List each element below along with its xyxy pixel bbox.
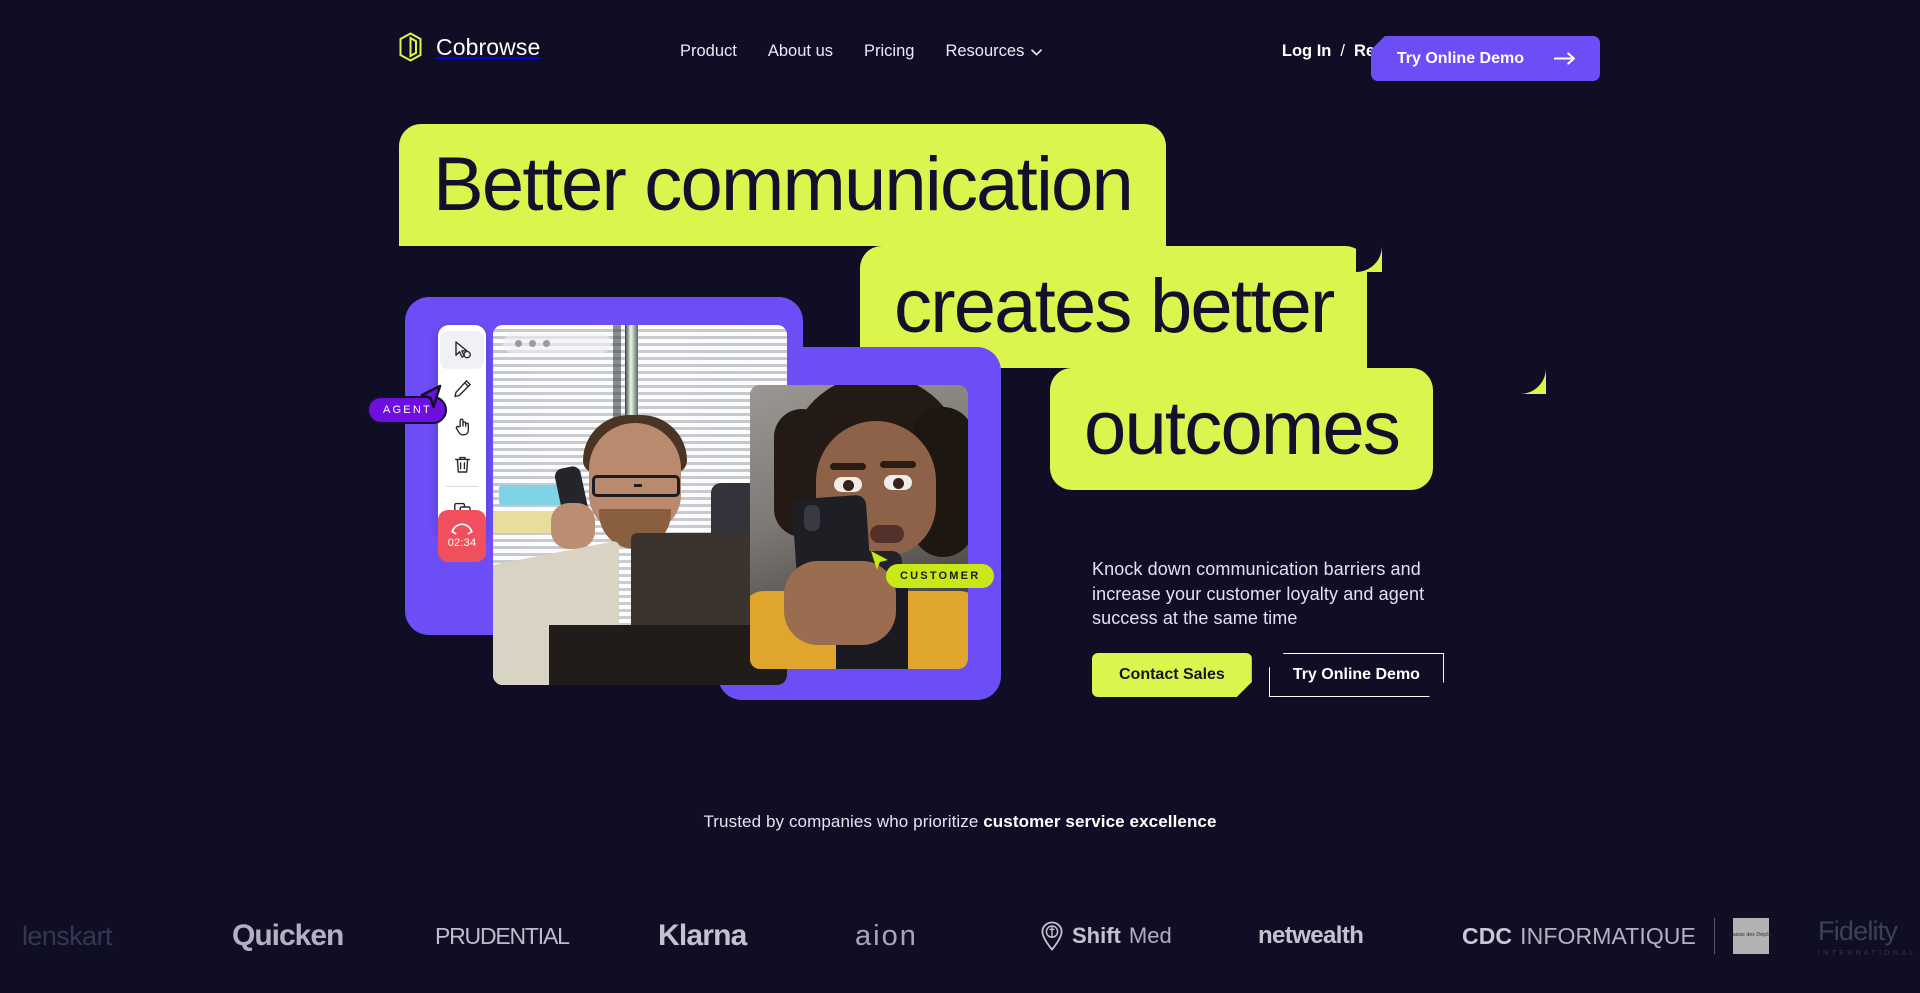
customer-mouth xyxy=(870,525,904,543)
end-call-button[interactable]: 02:34 xyxy=(438,510,486,562)
customer-hands xyxy=(784,561,896,645)
logo-cdc-text2: INFORMATIQUE xyxy=(1520,922,1696,949)
page-root: Cobrowse Product About us Pricing Resour… xyxy=(0,0,1920,993)
logo-shiftmed-text2: Med xyxy=(1128,923,1172,948)
tool-cursor-select[interactable] xyxy=(440,331,484,369)
customer-cursor-icon xyxy=(871,551,888,570)
trash-delete-icon xyxy=(454,456,470,473)
window-dot xyxy=(543,340,550,347)
logo-fidelity: Fidelity INTERNATIONAL xyxy=(1818,916,1916,957)
arrow-right-icon xyxy=(1554,52,1575,65)
brand-name: Cobrowse xyxy=(436,33,541,60)
logo-fidelity-text: Fidelity xyxy=(1818,915,1898,946)
logo-prudential-text: PRUDENTIAL xyxy=(435,922,570,949)
contact-sales-label: Contact Sales xyxy=(1119,666,1225,683)
hero-cta-row: Contact Sales Try Online Demo xyxy=(1092,653,1444,697)
agent-person-glasses xyxy=(592,475,680,497)
trusted-by-emphasis: customer service excellence xyxy=(983,812,1217,831)
desk-papers-blue xyxy=(499,485,565,505)
hero-paragraph: Knock down communication barriers and in… xyxy=(1092,559,1425,628)
customer-badge: CUSTOMER xyxy=(886,564,995,588)
logo-aion-text: aion xyxy=(855,919,918,952)
logo-netwealth: netwealth xyxy=(1258,922,1364,950)
client-logo-strip: lenskart Quicken PRUDENTIAL Klarna aion … xyxy=(0,905,1920,967)
logo-klarna-text: Klarna xyxy=(658,919,747,952)
cursor-select-icon xyxy=(455,341,471,359)
trusted-by-prefix: Trusted by companies who prioritize xyxy=(703,812,984,831)
browser-window-bar xyxy=(503,334,611,353)
logo-klarna: Klarna xyxy=(658,919,747,953)
logo-cdc-seal: Caisse des Dépôts xyxy=(1729,918,1773,954)
auth-separator: / xyxy=(1340,42,1345,60)
toolbar-divider xyxy=(446,486,478,487)
end-call-icon xyxy=(451,523,473,535)
agent-person-hand xyxy=(551,503,595,549)
logo-cdc-informatique: CDC INFORMATIQUE Caisse des Dépôts xyxy=(1462,918,1773,954)
hero-copy: Knock down communication barriers and in… xyxy=(1092,557,1492,631)
smartphone-camera xyxy=(804,505,820,531)
login-link[interactable]: Log In xyxy=(1282,42,1331,61)
agent-cursor-icon xyxy=(420,384,442,409)
brand-logo-link[interactable]: Cobrowse xyxy=(398,32,540,62)
logo-shiftmed-text: Shift xyxy=(1072,923,1121,948)
logo-quicken-text: Quicken xyxy=(232,919,344,952)
top-navigation-bar: Cobrowse Product About us Pricing Resour… xyxy=(0,18,1920,81)
tool-trash-delete[interactable] xyxy=(440,445,484,483)
nav-item-pricing-label: Pricing xyxy=(864,42,915,60)
nav-item-about-us-label: About us xyxy=(767,42,834,60)
logo-netwealth-text: netwealth xyxy=(1258,922,1364,949)
customer-brow-left xyxy=(830,463,866,470)
window-frame xyxy=(625,325,638,421)
nav-try-online-demo-label: Try Online Demo xyxy=(1396,49,1524,67)
logo-lenskart: lenskart xyxy=(22,921,112,952)
trusted-by-heading: Trusted by companies who prioritize cust… xyxy=(0,812,1920,832)
nav-try-online-demo-button[interactable]: Try Online Demo xyxy=(1370,36,1600,81)
nav-item-resources-label: Resources xyxy=(945,42,1025,60)
nav-item-product-label: Product xyxy=(680,42,737,60)
window-frame-shadow xyxy=(613,325,621,425)
window-dot xyxy=(515,340,522,347)
logo-aion: aion xyxy=(855,920,918,953)
pencil-draw-icon xyxy=(453,379,471,397)
logo-lenskart-text: lenskart xyxy=(22,920,112,951)
logo-cdc-text: CDC xyxy=(1462,922,1513,949)
nav-links: Product About us Pricing Resources xyxy=(680,42,1043,61)
customer-brow-right xyxy=(880,461,916,468)
nav-item-resources[interactable]: Resources xyxy=(945,42,1043,61)
nav-item-product[interactable]: Product xyxy=(680,42,737,61)
headline-line-3: outcomes xyxy=(1050,368,1434,490)
logo-quicken: Quicken xyxy=(232,919,344,953)
call-timer: 02:34 xyxy=(447,537,477,549)
customer-video-tile xyxy=(750,385,968,669)
contact-sales-button[interactable]: Contact Sales xyxy=(1092,653,1252,697)
customer-pupil-left xyxy=(843,480,854,491)
hero-try-online-demo-label: Try Online Demo xyxy=(1292,666,1420,683)
window-dot xyxy=(529,340,536,347)
shared-screen-preview xyxy=(493,325,787,685)
hand-pointer-icon xyxy=(455,418,469,435)
customer-pupil-right xyxy=(893,478,904,489)
nav-item-pricing[interactable]: Pricing xyxy=(864,42,914,61)
cobrowse-logo-icon xyxy=(399,32,422,62)
hero-try-online-demo-button[interactable]: Try Online Demo xyxy=(1269,653,1444,697)
headline-row-1: Better communication xyxy=(0,124,1920,246)
agent-toolbar xyxy=(438,325,486,534)
shiftmed-pin-icon xyxy=(1041,921,1063,951)
logo-shiftmed: Shift Med xyxy=(1040,921,1172,951)
logo-fidelity-text2: INTERNATIONAL xyxy=(1818,947,1917,957)
headline-line-1: Better communication xyxy=(399,124,1166,246)
nav-item-about-us[interactable]: About us xyxy=(768,42,833,61)
cobrowse-demo-widget: 02:34 AGENT CUSTOMER xyxy=(367,297,1001,702)
chevron-down-icon xyxy=(1031,49,1043,56)
logo-cdc-divider xyxy=(1713,918,1715,954)
logo-prudential: PRUDENTIAL xyxy=(435,922,570,950)
